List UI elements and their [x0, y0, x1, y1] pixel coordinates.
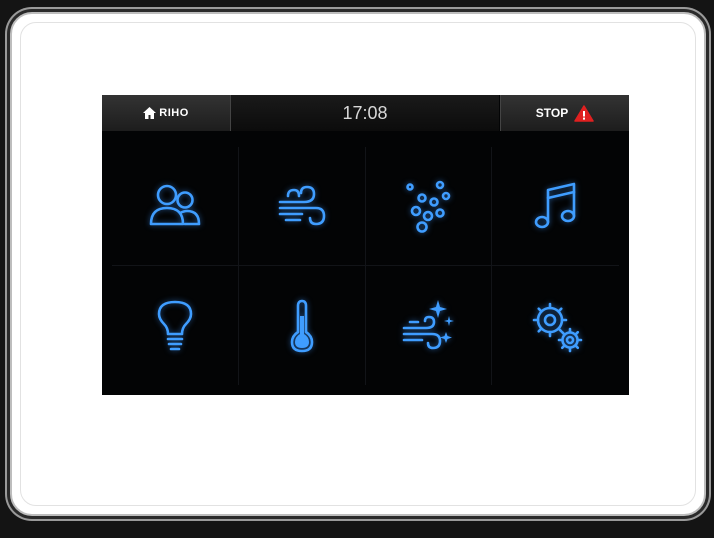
bubbles-icon [406, 180, 451, 233]
warning-triangle-icon [574, 104, 594, 122]
touch-screen: RIHO 17:08 STOP [102, 95, 629, 395]
home-icon [143, 107, 157, 119]
stop-label: STOP [535, 106, 569, 120]
aroma-wind-icon [403, 299, 455, 349]
tile-air-jets[interactable] [238, 147, 366, 266]
tile-users[interactable] [112, 147, 239, 266]
function-grid [112, 147, 619, 385]
music-note-icon [534, 182, 575, 229]
stop-button[interactable]: STOP [500, 95, 629, 131]
home-button[interactable]: RIHO [102, 95, 231, 131]
tile-settings[interactable] [492, 266, 619, 385]
clock-display: 17:08 [231, 95, 499, 131]
home-brand-label: RIHO [159, 107, 189, 119]
tile-aroma[interactable] [366, 266, 493, 385]
settings-gears-icon [532, 302, 582, 352]
users-icon [149, 184, 201, 226]
tile-temperature[interactable] [239, 266, 366, 385]
thermometer-icon [290, 299, 313, 352]
top-bar: RIHO 17:08 STOP [102, 95, 629, 131]
tile-light[interactable] [112, 266, 239, 385]
light-bulb-icon [157, 300, 193, 350]
clock-time: 17:08 [342, 102, 388, 123]
tile-music[interactable] [492, 147, 619, 266]
wind-icon [278, 185, 325, 226]
tile-bubbles[interactable] [365, 147, 493, 266]
